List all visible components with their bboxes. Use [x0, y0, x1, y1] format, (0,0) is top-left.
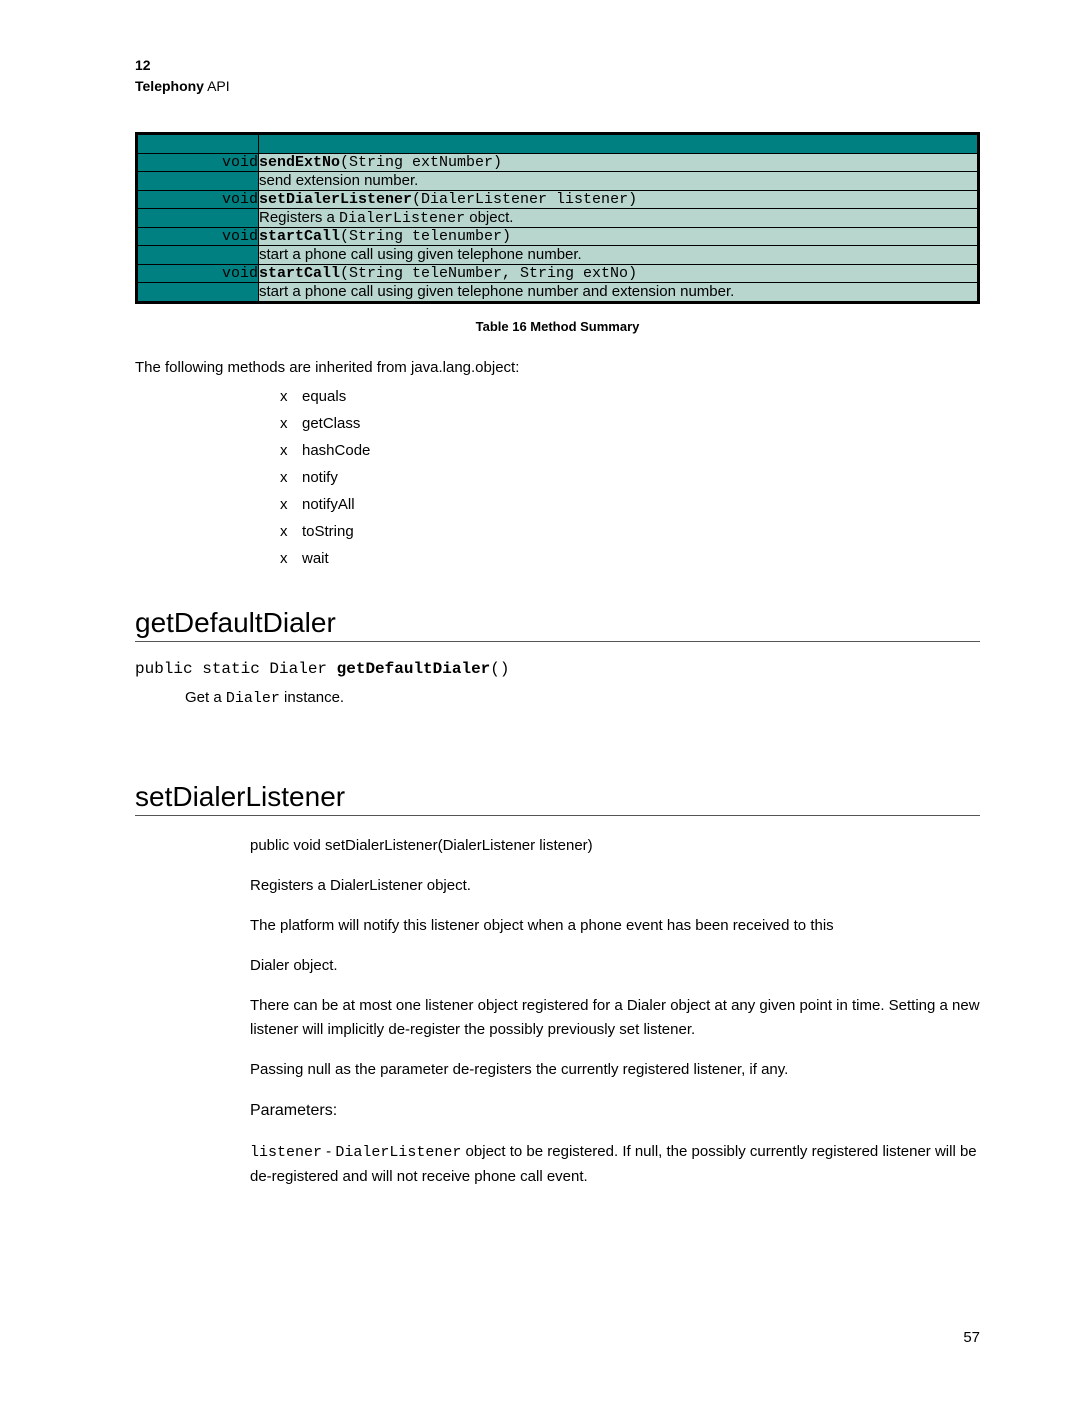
- method-description: send extension number.: [259, 172, 979, 191]
- table-row: start a phone call using given telephone…: [137, 246, 979, 265]
- section-heading-getDefaultDialer: getDefaultDialer: [135, 607, 980, 642]
- list-item: xwait: [280, 550, 980, 567]
- method-summary-table: void sendExtNo(String extNumber) send ex…: [135, 132, 980, 304]
- body-paragraph: public void setDialerListener(DialerList…: [250, 834, 980, 858]
- list-item: xtoString: [280, 523, 980, 540]
- chapter-number: 12: [135, 55, 980, 76]
- table-caption: Table 16 Method Summary: [135, 319, 980, 334]
- method-description: start a phone call using given telephone…: [259, 283, 979, 303]
- method-description-block: Get a Dialer instance.: [185, 686, 980, 711]
- table-row: Registers a DialerListener object.: [137, 209, 979, 228]
- page-content: 12 Telephony API void sendExtNo(String e…: [0, 0, 1080, 1406]
- table-row: void startCall(String telenumber): [137, 228, 979, 246]
- return-type: void: [137, 228, 259, 246]
- body-paragraph: The platform will notify this listener o…: [250, 914, 980, 938]
- list-item: xnotifyAll: [280, 496, 980, 513]
- page-header: 12 Telephony API: [135, 55, 980, 97]
- method-body: public void setDialerListener(DialerList…: [250, 834, 980, 1189]
- inherited-methods-list: xequals xgetClass xhashCode xnotify xnot…: [280, 388, 980, 567]
- parameter-description: listener - DialerListener object to be r…: [250, 1140, 980, 1189]
- list-item: xhashCode: [280, 442, 980, 459]
- method-description: Registers a DialerListener object.: [259, 209, 979, 228]
- method-description: start a phone call using given telephone…: [259, 246, 979, 265]
- list-item: xequals: [280, 388, 980, 405]
- body-paragraph: Dialer object.: [250, 954, 980, 978]
- chapter-title: Telephony API: [135, 76, 980, 97]
- table-row: start a phone call using given telephone…: [137, 283, 979, 303]
- method-signature: startCall(String teleNumber, String extN…: [259, 265, 979, 283]
- list-item: xnotify: [280, 469, 980, 486]
- table-row: void setDialerListener(DialerListener li…: [137, 191, 979, 209]
- parameters-heading: Parameters:: [250, 1098, 980, 1124]
- method-signature: setDialerListener(DialerListener listene…: [259, 191, 979, 209]
- page-number: 57: [135, 1329, 980, 1346]
- return-type: void: [137, 154, 259, 172]
- body-paragraph: There can be at most one listener object…: [250, 994, 980, 1042]
- method-signature-line: public static Dialer getDefaultDialer(): [135, 660, 980, 678]
- return-type: void: [137, 191, 259, 209]
- table-header-row: [137, 134, 979, 154]
- method-signature: sendExtNo(String extNumber): [259, 154, 979, 172]
- body-paragraph: Registers a DialerListener object.: [250, 874, 980, 898]
- section-heading-setDialerListener: setDialerListener: [135, 781, 980, 816]
- table-row: send extension number.: [137, 172, 979, 191]
- body-paragraph: Passing null as the parameter de-registe…: [250, 1058, 980, 1082]
- table-row: void sendExtNo(String extNumber): [137, 154, 979, 172]
- table-row: void startCall(String teleNumber, String…: [137, 265, 979, 283]
- list-item: xgetClass: [280, 415, 980, 432]
- return-type: void: [137, 265, 259, 283]
- inherited-intro: The following methods are inherited from…: [135, 359, 980, 376]
- method-signature: startCall(String telenumber): [259, 228, 979, 246]
